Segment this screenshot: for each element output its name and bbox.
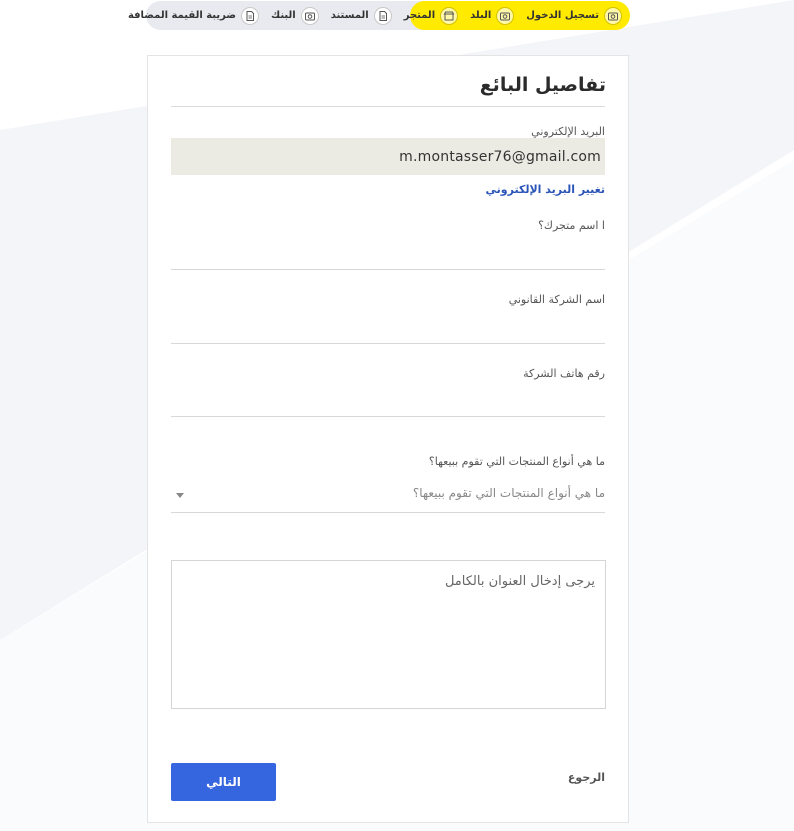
step-vat[interactable]: ضريبة القيمة المضافة: [127, 6, 260, 25]
camera-icon: [604, 6, 622, 25]
email-value: m.montasser76@gmail.com: [399, 148, 601, 165]
seller-details-card: تفاصيل البائع البريد الإلكتروني m.montas…: [147, 55, 629, 823]
legal-name-input[interactable]: [171, 343, 605, 344]
step-bank[interactable]: البنك: [271, 6, 319, 25]
step-label: البلد: [470, 10, 492, 21]
back-link[interactable]: الرجوع: [568, 771, 605, 784]
address-placeholder: يرجى إدخال العنوان بالكامل: [444, 574, 595, 589]
product-types-placeholder: ما هي أنواع المنتجات التي تقوم ببيعها؟: [412, 486, 605, 500]
phone-input[interactable]: [171, 416, 605, 417]
step-login[interactable]: تسجيل الدخول: [526, 6, 622, 25]
step-label: ضريبة القيمة المضافة: [127, 10, 237, 21]
step-label: المتجر: [403, 10, 436, 21]
legal-name-label: اسم الشركة القانوني: [508, 293, 605, 306]
store-name-label: ا اسم متجرك؟: [538, 219, 605, 232]
change-email-link[interactable]: تغيير البريد الإلكتروني: [486, 183, 605, 196]
product-types-select[interactable]: ما هي أنواع المنتجات التي تقوم ببيعها؟: [171, 480, 605, 513]
store-name-input[interactable]: [171, 269, 605, 270]
title-divider: [171, 106, 605, 107]
phone-label: رقم هاتف الشركة: [523, 367, 605, 380]
step-label: البنك: [271, 10, 296, 21]
page-title: تفاصيل البائع: [479, 74, 606, 96]
camera-icon: [496, 6, 515, 25]
document-icon: [373, 6, 392, 25]
progress-stepper: تسجيل الدخول البلد المتجر المستند البنك: [128, 1, 630, 30]
document-icon: [241, 6, 260, 25]
step-country[interactable]: البلد: [470, 6, 515, 25]
store-icon: [440, 6, 459, 25]
product-types-label: ما هي أنواع المنتجات التي تقوم ببيعها؟: [428, 455, 605, 468]
step-label: المستند: [330, 10, 369, 21]
step-store[interactable]: المتجر: [403, 6, 459, 25]
camera-icon: [300, 6, 319, 25]
address-textarea[interactable]: يرجى إدخال العنوان بالكامل: [171, 560, 606, 709]
email-label: البريد الإلكتروني: [531, 125, 605, 138]
next-button[interactable]: التالي: [171, 763, 276, 801]
step-document[interactable]: المستند: [330, 6, 392, 25]
chevron-down-icon: [176, 493, 184, 498]
email-field: m.montasser76@gmail.com: [171, 138, 605, 175]
step-label: تسجيل الدخول: [526, 10, 599, 21]
